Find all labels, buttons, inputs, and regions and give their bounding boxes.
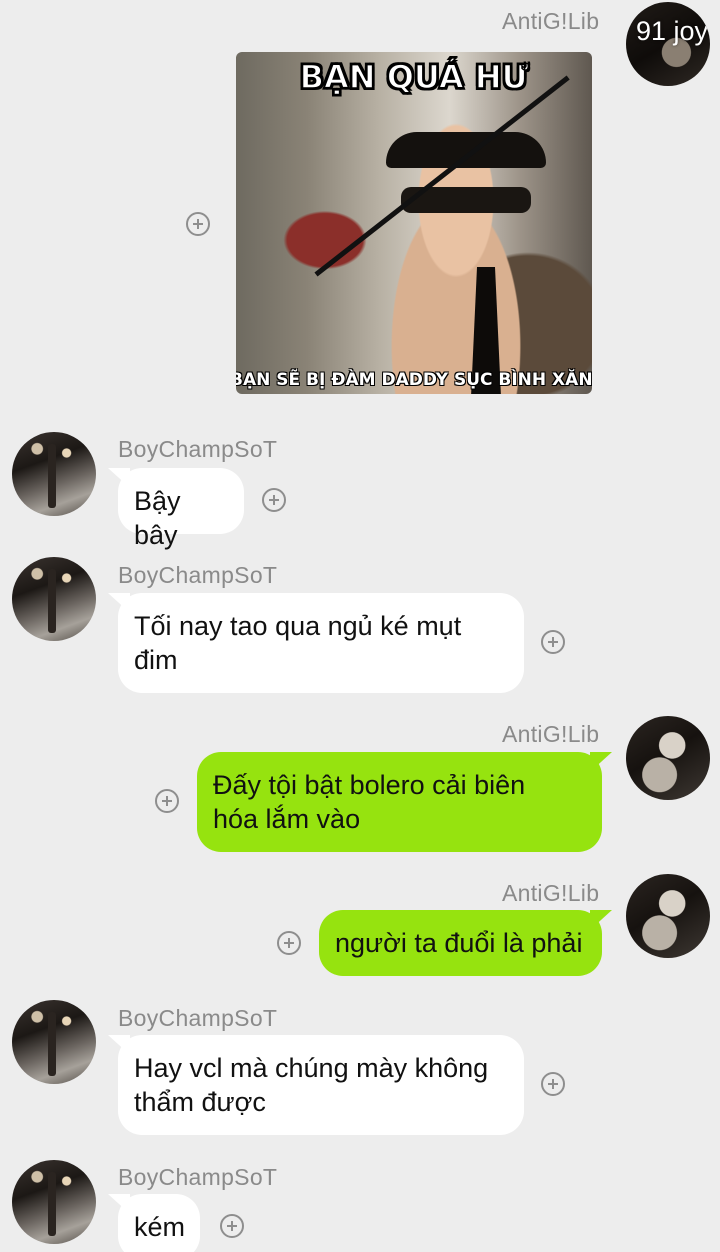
add-reaction-icon[interactable]	[262, 488, 286, 512]
message-text-line: Đấy tội bật bolero cải biên	[213, 770, 526, 800]
add-reaction-icon[interactable]	[541, 630, 565, 654]
message-bubble[interactable]: Bậy bây	[118, 468, 244, 550]
meme-image[interactable]: BẠN QUÁ HƯ BẠN SẼ BỊ ĐÀM DADDY SỤC BÌNH …	[236, 52, 592, 394]
sender-name: BoyChampSoT	[118, 1164, 278, 1190]
sender-name: AntiG!Lib	[502, 8, 600, 34]
message-bubble[interactable]: kém	[118, 1194, 200, 1252]
sender-name: AntiG!Lib	[502, 721, 600, 747]
add-reaction-icon[interactable]	[186, 212, 210, 236]
add-reaction-icon[interactable]	[220, 1214, 244, 1238]
message-text-line: Tối nay tao qua ngủ ké mụt	[134, 611, 462, 641]
message-text: người ta đuổi là phải	[335, 928, 583, 958]
sender-name: AntiG!Lib	[502, 880, 600, 906]
message-text-line: đim	[134, 645, 178, 675]
add-reaction-icon[interactable]	[155, 789, 179, 813]
avatar-label: 91 joy	[636, 16, 709, 46]
message-text-line: hóa lắm vào	[213, 804, 361, 834]
avatar[interactable]	[12, 1160, 96, 1244]
sender-name: BoyChampSoT	[118, 1005, 278, 1031]
avatar[interactable]: 91 joy	[626, 2, 710, 86]
meme-cap	[386, 132, 546, 168]
message-text-line: thẩm được	[134, 1087, 266, 1117]
message-bubble[interactable]: người ta đuổi là phải	[319, 910, 602, 976]
message-bubble[interactable]: Hay vcl mà chúng mày không thẩm được	[118, 1035, 524, 1135]
message-bubble[interactable]: Tối nay tao qua ngủ ké mụt đim	[118, 593, 524, 693]
add-reaction-icon[interactable]	[541, 1072, 565, 1096]
sender-name: BoyChampSoT	[118, 436, 278, 462]
message-text-line: Hay vcl mà chúng mày không	[134, 1053, 489, 1083]
sender-name: BoyChampSoT	[118, 562, 278, 588]
avatar[interactable]	[12, 1000, 96, 1084]
message-text: kém	[134, 1212, 186, 1242]
avatar[interactable]	[12, 557, 96, 641]
meme-caption-bottom: BẠN SẼ BỊ ĐÀM DADDY SỤC BÌNH XĂNG	[236, 370, 592, 390]
message-bubble[interactable]: Đấy tội bật bolero cải biên hóa lắm vào	[197, 752, 602, 852]
avatar[interactable]	[626, 716, 710, 800]
add-reaction-icon[interactable]	[277, 931, 301, 955]
message-text: Bậy bây	[134, 486, 181, 550]
meme-caption-top: BẠN QUÁ HƯ	[299, 57, 529, 97]
avatar[interactable]	[12, 432, 96, 516]
avatar[interactable]	[626, 874, 710, 958]
